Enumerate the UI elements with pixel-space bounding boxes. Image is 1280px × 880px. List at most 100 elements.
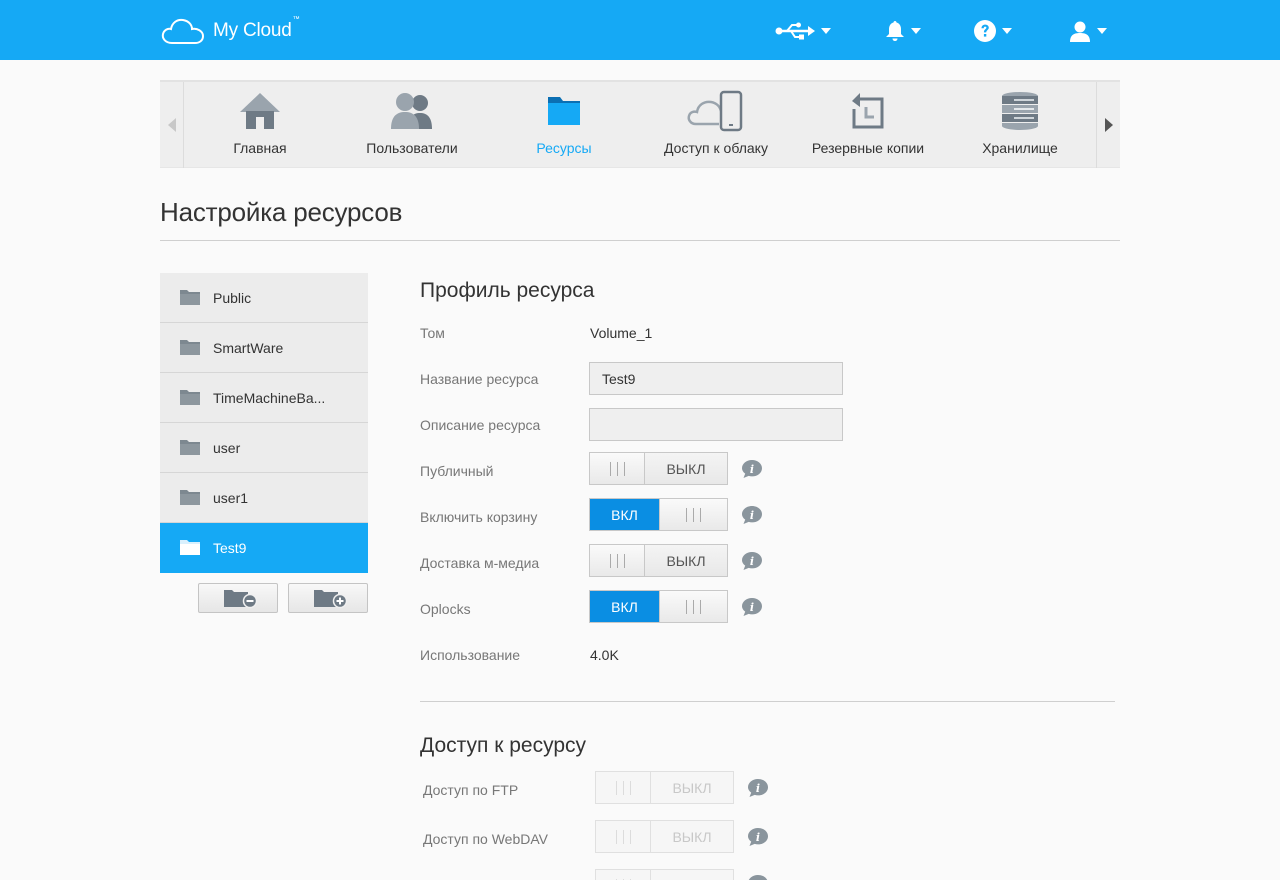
users-icon [391, 93, 432, 129]
share-description-label: Описание ресурса [420, 417, 541, 433]
svg-text:i: i [750, 463, 754, 476]
info-icon[interactable]: i [741, 551, 763, 571]
share-name-input[interactable] [589, 362, 843, 395]
svg-text:i: i [750, 601, 754, 614]
toggle-state: ВКЛ [590, 591, 659, 622]
info-icon[interactable]: i [747, 827, 769, 847]
svg-text:i: i [756, 782, 760, 795]
nav-item-shares[interactable]: Ресурсы [488, 82, 640, 168]
chevron-left-icon [167, 118, 176, 132]
volume-value: Volume_1 [590, 325, 653, 341]
recycle-bin-toggle[interactable]: ВКЛ [589, 498, 728, 531]
svg-text:i: i [750, 509, 754, 522]
nav-next-button[interactable] [1096, 82, 1120, 168]
nav-item-label: Пользователи [366, 140, 458, 156]
toggle-grip [659, 591, 727, 622]
cloud-logo-icon [161, 18, 205, 44]
chevron-right-icon [1104, 118, 1113, 132]
toggle-grip [596, 772, 651, 803]
remove-share-button[interactable] [198, 583, 278, 613]
home-icon [240, 93, 280, 129]
nav-item-storage[interactable]: Хранилище [944, 82, 1096, 168]
public-label: Публичный [420, 463, 494, 479]
recycle-bin-label: Включить корзину [420, 509, 538, 525]
toggle-state: ВЫКЛ [651, 772, 733, 803]
share-item-user1[interactable]: user1 [160, 473, 368, 523]
folder-icon [180, 490, 200, 505]
help-icon [974, 20, 996, 42]
usb-icon [775, 22, 815, 40]
share-name-label: Название ресурса [420, 371, 539, 387]
brand-name: My Cloud™ [213, 16, 300, 41]
toggle-grip [596, 870, 651, 880]
nav-item-label: Главная [233, 140, 287, 156]
share-item-public[interactable]: Public [160, 273, 368, 323]
toggle-state: ВЫКЛ [645, 453, 727, 484]
page-title: Настройка ресурсов [160, 197, 403, 227]
divider [160, 240, 1120, 241]
divider [420, 701, 1115, 702]
nav-prev-button[interactable] [160, 82, 184, 168]
nav-item-cloud-access[interactable]: Доступ к облаку [640, 82, 792, 168]
info-icon[interactable]: i [741, 459, 763, 479]
folder-icon [180, 290, 200, 305]
share-name: TimeMachineBa... [213, 389, 326, 406]
usb-menu-button[interactable] [775, 16, 831, 46]
oplocks-label: Oplocks [420, 601, 471, 617]
info-icon[interactable]: i [741, 597, 763, 617]
share-description-input[interactable] [589, 408, 843, 441]
toggle-grip [659, 499, 727, 530]
usage-value: 4.0K [590, 647, 619, 663]
backup-icon [852, 93, 884, 129]
info-icon[interactable]: i [741, 505, 763, 525]
webdav-access-label: Доступ по WebDAV [423, 831, 549, 847]
share-name: Public [213, 289, 252, 306]
info-icon[interactable]: i [747, 778, 769, 798]
add-share-button[interactable] [288, 583, 368, 613]
toggle-grip [596, 821, 651, 852]
toggle-state: ВЫКЛ [651, 821, 733, 852]
oplocks-toggle[interactable]: ВКЛ [589, 590, 728, 623]
share-item-user[interactable]: user [160, 423, 368, 473]
account-button[interactable] [1069, 16, 1107, 46]
info-icon[interactable] [747, 874, 769, 880]
folder-icon [548, 97, 580, 125]
media-serving-label: Доставка м-медиа [420, 555, 540, 571]
media-serving-toggle[interactable]: ВЫКЛ [589, 544, 728, 577]
share-item-smartware[interactable]: SmartWare [160, 323, 368, 373]
nav-item-backups[interactable]: Резервные копии [792, 82, 944, 168]
toggle-state [651, 870, 733, 880]
share-name: user [213, 439, 241, 456]
bell-icon [886, 21, 904, 41]
main-navigation: Главная Пользователи Ресурсы Доступ к об… [160, 80, 1120, 168]
folder-icon [180, 540, 200, 555]
chevron-down-icon [1097, 28, 1107, 34]
share-list: Public SmartWare TimeMachineBa... user u… [160, 273, 368, 573]
webdav-access-toggle[interactable]: ВЫКЛ [595, 820, 734, 853]
chevron-down-icon [821, 28, 831, 34]
toggle-partial[interactable] [595, 869, 734, 880]
public-toggle[interactable]: ВЫКЛ [589, 452, 728, 485]
nav-item-users[interactable]: Пользователи [336, 82, 488, 168]
user-icon [1070, 21, 1090, 42]
folder-remove-icon [224, 590, 258, 609]
folder-add-icon [314, 590, 348, 609]
folder-icon [180, 340, 200, 355]
svg-text:i: i [750, 555, 754, 568]
share-access-heading: Доступ к ресурсу [420, 734, 587, 757]
share-item-test9[interactable]: Test9 [160, 523, 368, 573]
toggle-state: ВКЛ [590, 499, 659, 530]
notifications-button[interactable] [885, 16, 921, 46]
nav-item-label: Доступ к облаку [664, 140, 768, 156]
folder-icon [180, 390, 200, 405]
share-item-timemachine[interactable]: TimeMachineBa... [160, 373, 368, 423]
my-cloud-logo[interactable]: My Cloud™ [161, 16, 300, 45]
ftp-access-label: Доступ по FTP [423, 782, 519, 798]
share-name: Test9 [213, 539, 247, 556]
nav-item-label: Хранилище [982, 140, 1058, 156]
cloud-device-icon [687, 90, 743, 132]
nav-item-home[interactable]: Главная [184, 82, 336, 168]
help-button[interactable] [974, 16, 1012, 46]
ftp-access-toggle[interactable]: ВЫКЛ [595, 771, 734, 804]
storage-icon [1002, 92, 1038, 130]
